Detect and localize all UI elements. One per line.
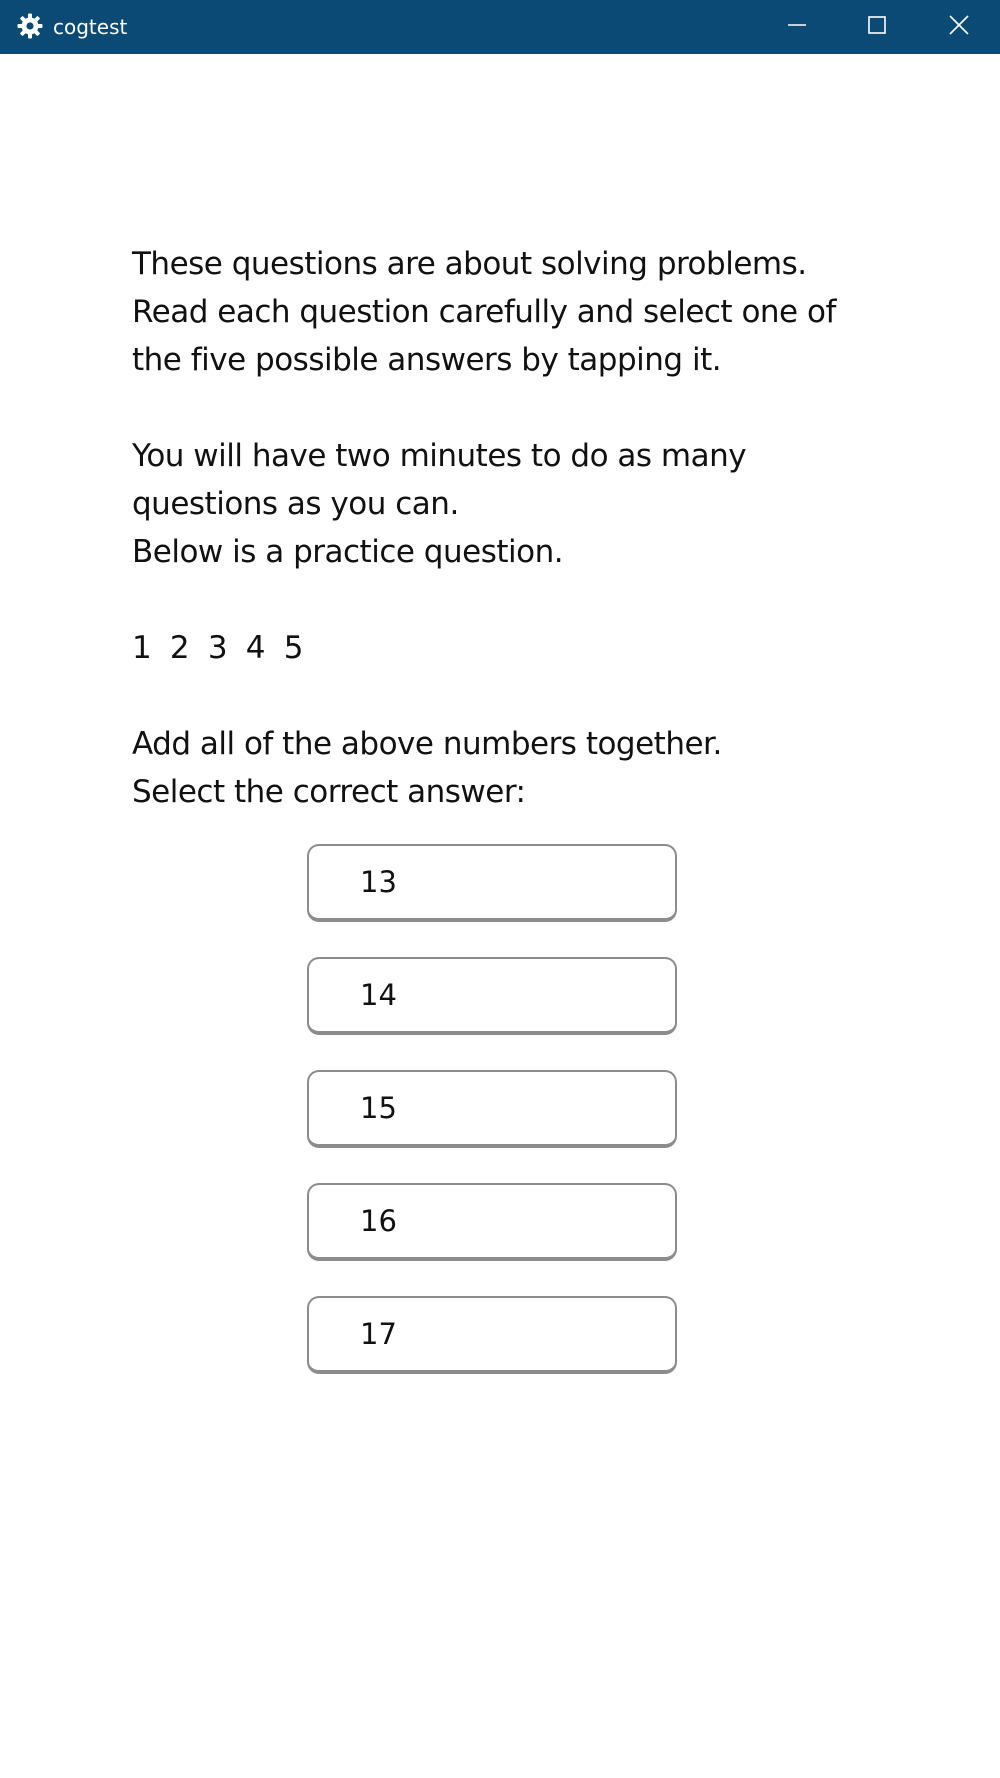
- minimize-icon: [787, 15, 807, 39]
- answer-label: 14: [360, 978, 397, 1012]
- instruction-line: the five possible answers by tapping it.: [132, 342, 722, 378]
- answer-button[interactable]: 13: [307, 844, 677, 922]
- instruction-line: Read each question carefully and select …: [132, 294, 836, 330]
- answer-button[interactable]: 15: [307, 1070, 677, 1148]
- instructions-text: These questions are about solving proble…: [132, 240, 892, 816]
- window-title: cogtest: [53, 15, 128, 39]
- question-instruction: Select the correct answer:: [132, 774, 526, 810]
- maximize-icon: [867, 15, 887, 39]
- instruction-line: questions as you can.: [132, 486, 459, 522]
- gear-icon: [16, 12, 44, 40]
- instruction-line: Below is a practice question.: [132, 534, 564, 570]
- question-prompt: Add all of the above numbers together.: [132, 726, 722, 762]
- app-window: cogtest These questions are about solvin…: [0, 0, 1000, 1778]
- instruction-line: These questions are about solving proble…: [132, 246, 807, 282]
- close-button[interactable]: [917, 0, 1000, 54]
- minimize-button[interactable]: [757, 0, 837, 54]
- instruction-line: You will have two minutes to do as many: [132, 438, 747, 474]
- answer-label: 13: [360, 865, 397, 899]
- close-icon: [948, 14, 970, 40]
- answer-label: 17: [360, 1317, 397, 1351]
- answer-list: 13 14 15 16 17: [307, 844, 677, 1409]
- title-bar[interactable]: cogtest: [0, 0, 1000, 54]
- maximize-button[interactable]: [837, 0, 917, 54]
- answer-button[interactable]: 14: [307, 957, 677, 1035]
- answer-button[interactable]: 17: [307, 1296, 677, 1374]
- answer-label: 15: [360, 1091, 397, 1125]
- question-numbers: 1 2 3 4 5: [132, 630, 303, 666]
- answer-label: 16: [360, 1204, 397, 1238]
- answer-button[interactable]: 16: [307, 1183, 677, 1261]
